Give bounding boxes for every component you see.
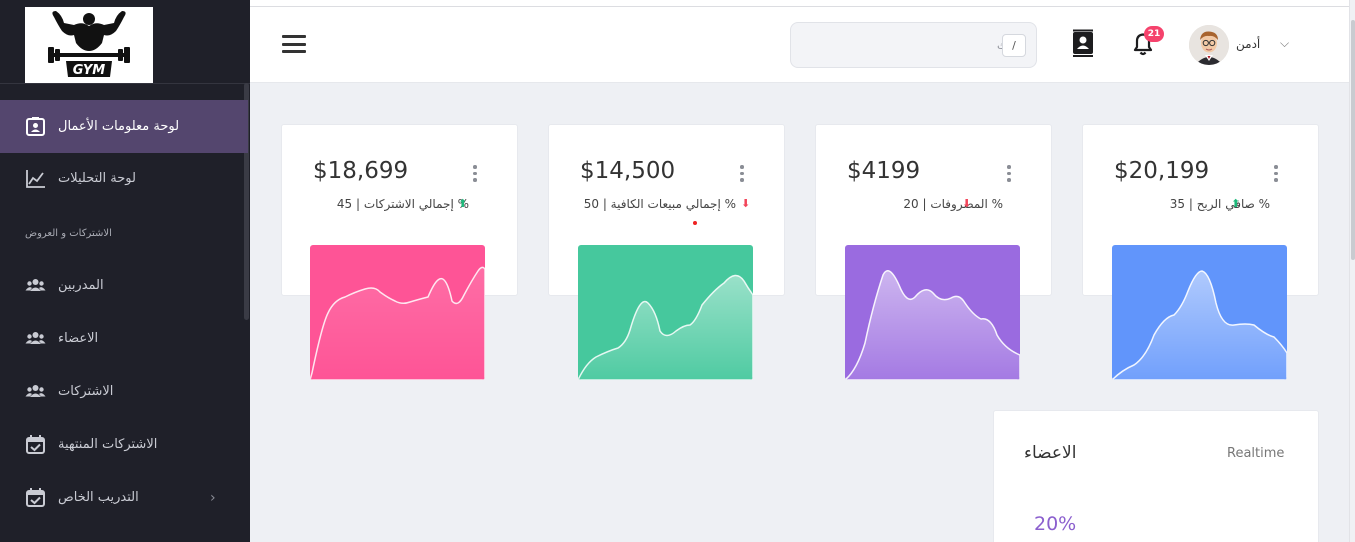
more-options-icon[interactable] — [1007, 165, 1011, 183]
stat-amount: $20,199 — [1114, 158, 1210, 184]
stat-label: % المصروفات | 20 — [903, 197, 1003, 211]
sidebar-item-private-training[interactable]: التدريب الخاص › — [0, 471, 248, 524]
trend-up-icon: ⬆ — [1231, 197, 1241, 210]
stat-label: % إجمالي الاشتركات | 45 — [336, 197, 469, 211]
calendar-check-icon — [25, 434, 46, 455]
users-icon — [25, 381, 46, 402]
user-name[interactable]: أدمن — [1236, 37, 1260, 51]
sparkline-subscriptions — [310, 245, 485, 380]
logo-text: GYM — [73, 63, 106, 78]
realtime-label: Realtime — [1227, 446, 1285, 461]
sparkline-cafe-sales — [578, 245, 753, 380]
gym-logo[interactable]: GYM — [25, 7, 153, 83]
sidebar-item-members[interactable]: الاعضاء — [0, 312, 248, 365]
chevron-right-icon: › — [210, 489, 216, 506]
sidebar-item-label: لوحة التحليلات — [58, 171, 136, 186]
calendar-check-icon — [25, 487, 46, 508]
sidebar-item-label: التدريب الخاص — [58, 490, 139, 505]
sparkline-net-profit — [1112, 245, 1287, 380]
users-icon — [25, 328, 46, 349]
more-options-icon[interactable] — [473, 165, 477, 183]
stat-label: % صافي الربح | 35 — [1169, 197, 1270, 211]
search-input[interactable] — [791, 23, 1038, 67]
bodybuilder-logo-icon: GYM — [48, 11, 130, 78]
members-percent: 20% — [1034, 513, 1077, 535]
trend-down-icon: ⬇ — [962, 197, 972, 210]
stat-amount: $14,500 — [580, 158, 676, 184]
members-card-title: الاعضاء — [1024, 443, 1077, 463]
sidebar-item-label: لوحة معلومات الأعمال — [58, 119, 180, 134]
trend-up-icon: ⬆ — [458, 197, 468, 210]
sidebar-item-analytics[interactable]: لوحة التحليلات — [0, 152, 248, 205]
sidebar-item-expired-subscriptions[interactable]: الاشتركات المنتهية — [0, 418, 248, 471]
top-bar: / 21 أدمن ⌵ — [250, 7, 1355, 83]
stat-label: % إجمالي مبيعات الكافية | 50 — [583, 197, 736, 211]
search-shortcut-key: / — [1002, 34, 1026, 57]
sidebar-item-subscriptions[interactable]: الاشتركات — [0, 365, 248, 418]
menu-toggle-button[interactable] — [282, 35, 306, 53]
sparkline-expenses — [845, 245, 1020, 380]
sidebar: GYM لوحة معلومات الأعمال لوحة التحليلات … — [0, 0, 250, 542]
sidebar-item-label: الاشتركات — [58, 384, 114, 399]
sidebar-item-label: الاعضاء — [58, 331, 99, 346]
sidebar-divider — [0, 83, 250, 84]
users-icon — [25, 275, 46, 296]
contact-card-icon — [25, 116, 46, 137]
more-options-icon[interactable] — [1274, 165, 1278, 183]
notifications-button[interactable]: 21 — [1130, 26, 1164, 59]
line-chart-icon — [25, 168, 46, 189]
sidebar-item-label: المدربين — [58, 278, 104, 293]
search-box: / — [790, 22, 1038, 68]
more-options-icon[interactable] — [740, 165, 744, 183]
avatar[interactable] — [1189, 25, 1229, 65]
sidebar-item-label: الاشتركات المنتهية — [58, 437, 158, 452]
indicator-dot — [693, 221, 697, 225]
stat-amount: $18,699 — [313, 158, 409, 184]
stat-amount: $4199 — [847, 158, 921, 184]
members-card: الاعضاء Realtime 20% — [993, 410, 1319, 542]
page-scrollbar[interactable] — [1349, 0, 1355, 542]
sidebar-item-trainers[interactable]: المدربين — [0, 259, 248, 312]
chevron-down-icon[interactable]: ⌵ — [1280, 36, 1289, 51]
sidebar-item-business-dashboard[interactable]: لوحة معلومات الأعمال — [0, 100, 248, 153]
notification-count-badge: 21 — [1144, 26, 1164, 42]
contacts-icon[interactable] — [1070, 29, 1096, 59]
sidebar-section-heading: الاشتركات و العروض — [25, 228, 112, 239]
trend-down-icon: ⬇ — [741, 197, 751, 210]
